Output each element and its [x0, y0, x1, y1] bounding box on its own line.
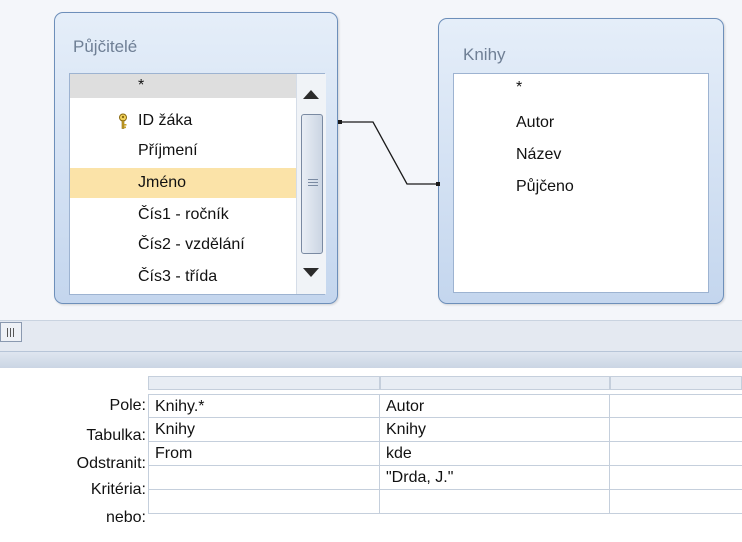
grid-cell-delete[interactable]: kde — [380, 442, 610, 466]
grid-cell-table[interactable] — [610, 418, 742, 442]
grid-cell-or[interactable] — [610, 490, 742, 514]
grid-cell-or[interactable] — [148, 490, 380, 514]
grid-cell-field[interactable]: Knihy.* — [148, 394, 380, 418]
grid-cell-table[interactable]: Knihy — [380, 418, 610, 442]
horizontal-scroll-box[interactable] — [0, 322, 22, 342]
grid-cell-criteria[interactable] — [610, 466, 742, 490]
grid-cell-field[interactable] — [610, 394, 742, 418]
row-label-pole: Pole: — [109, 397, 146, 414]
grid-columns: Knihy.* Knihy From Autor Knihy kde "Drda… — [148, 376, 742, 542]
splitter-bar[interactable] — [0, 351, 742, 369]
row-label-nebo: nebo: — [105, 509, 146, 526]
grid-cell-delete[interactable]: From — [148, 442, 380, 466]
query-design-grid: Pole: Tabulka: Odstranit: Kritéria: nebo… — [0, 368, 742, 542]
row-label-kriteria: Kritéria: — [90, 481, 146, 498]
pane-splitter — [0, 320, 742, 369]
grid-cell-delete[interactable] — [610, 442, 742, 466]
column-selector[interactable] — [148, 376, 380, 390]
grid-cell-criteria[interactable] — [148, 466, 380, 490]
grid-cell-or[interactable] — [380, 490, 610, 514]
column-selector[interactable] — [380, 376, 610, 390]
grid-cell-field[interactable]: Autor — [380, 394, 610, 418]
grid-cell-table[interactable]: Knihy — [148, 418, 380, 442]
relationship-join-line[interactable] — [0, 0, 742, 320]
row-label-tabulka: Tabulka: — [86, 427, 146, 444]
column-selector[interactable] — [610, 376, 742, 390]
grid-row-labels: Pole: Tabulka: Odstranit: Kritéria: nebo… — [0, 368, 150, 542]
grid-cell-criteria[interactable]: "Drda, J." — [380, 466, 610, 490]
row-label-odstranit: Odstranit: — [76, 455, 146, 472]
query-design-area: Půjčitelé * ID žáka Příjmení Jméno Čís1 … — [0, 0, 742, 320]
